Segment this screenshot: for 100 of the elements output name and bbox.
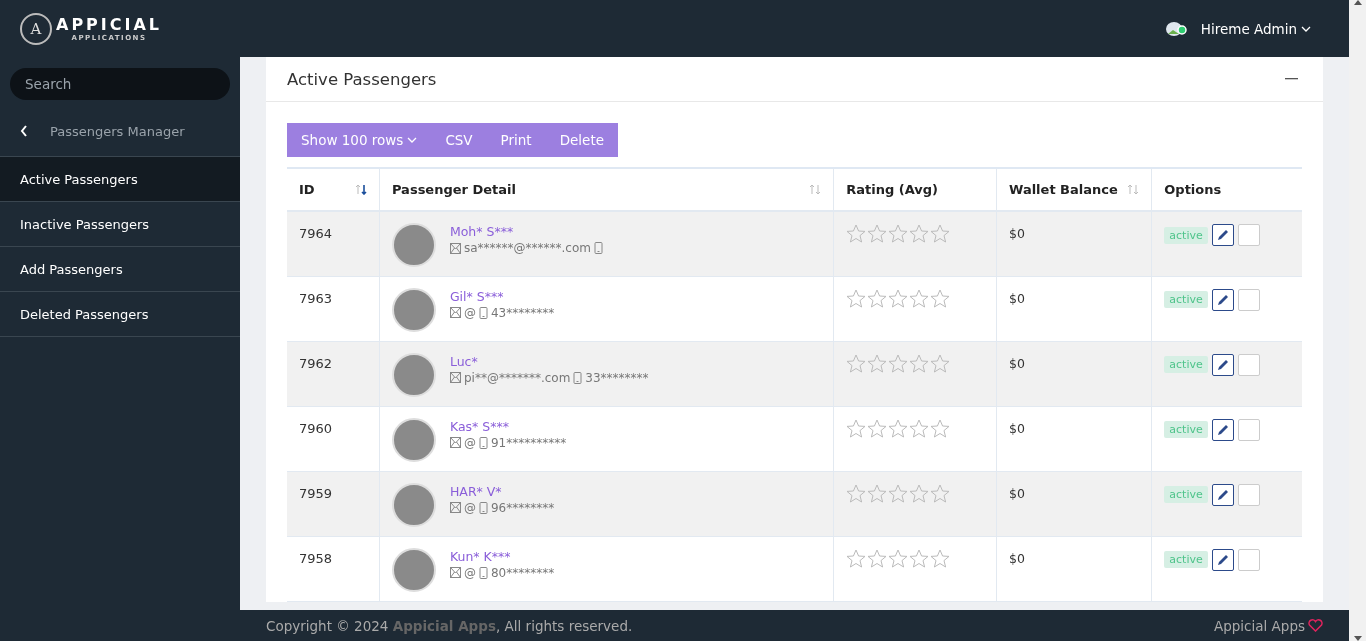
envelope-icon (449, 307, 461, 318)
email-text: @ (463, 500, 476, 515)
pencil-icon (1215, 552, 1230, 567)
star-icon (846, 353, 868, 374)
edit-button[interactable] (1211, 418, 1234, 441)
status-badge: active (1164, 551, 1208, 568)
table-cell-text: $0 (1009, 225, 1026, 241)
phone-text: 80******** (490, 565, 555, 580)
star-icon (888, 288, 910, 309)
passenger-name-link[interactable]: Kas* S*** (449, 418, 567, 434)
star-icon (867, 353, 889, 374)
table-cell-text: $0 (1009, 289, 1026, 306)
passenger-name-link[interactable]: Luc* (449, 353, 649, 369)
star-icon (846, 224, 868, 244)
phone-icon (594, 242, 603, 254)
minus-icon (1285, 78, 1298, 80)
star-icon (930, 483, 952, 504)
search-field[interactable]: Search (10, 68, 230, 100)
edit-button[interactable] (1211, 353, 1234, 376)
star-icon (867, 548, 889, 569)
table-cell-text: 7958 (299, 549, 334, 566)
edit-button[interactable] (1211, 288, 1234, 311)
heart-icon (1308, 619, 1323, 632)
star-icon (930, 548, 952, 569)
table-cell-text: 7960 (299, 419, 334, 436)
sidebar-item[interactable]: Deleted Passengers (0, 292, 240, 337)
sidebar-item[interactable]: Add Passengers (0, 247, 240, 292)
star-icon (909, 224, 931, 244)
pencil-icon (1215, 357, 1230, 372)
star-icon (909, 483, 931, 504)
phone-icon (478, 306, 488, 319)
email-text: @ (463, 565, 476, 580)
star-icon (888, 483, 910, 504)
sidebar-item[interactable]: Inactive Passengers (0, 202, 240, 247)
chevron-down-icon (407, 137, 418, 143)
back-chevron-icon (20, 125, 28, 137)
star-icon (888, 548, 910, 569)
select-checkbox[interactable] (1237, 483, 1260, 506)
star-icon (846, 483, 868, 504)
star-icon (888, 224, 910, 244)
section-title: Passengers Manager (50, 123, 185, 139)
passenger-name-link[interactable]: HAR* V* (449, 483, 555, 499)
envelope-icon (449, 502, 461, 513)
passenger-name-link[interactable]: Kun* K*** (449, 548, 555, 564)
select-checkbox[interactable] (1237, 418, 1260, 441)
select-checkbox[interactable] (1237, 224, 1260, 246)
star-icon (867, 483, 889, 504)
passenger-name-link[interactable]: Gil* S*** (449, 288, 555, 304)
edit-button[interactable] (1211, 224, 1234, 246)
phone-text: 33******** (585, 370, 649, 385)
table-cell-text: $0 (1009, 354, 1026, 371)
footer-link[interactable]: Appicial Apps (1213, 617, 1305, 634)
card-title: Active Passengers (287, 69, 437, 89)
table-cell-text: 7963 (299, 289, 334, 306)
edit-button[interactable] (1211, 548, 1234, 571)
select-checkbox[interactable] (1237, 288, 1260, 311)
logo-mark: A (20, 12, 52, 45)
column-header: Options (1164, 182, 1222, 197)
star-icon (909, 353, 931, 374)
star-icon (909, 288, 931, 309)
star-icon (867, 418, 889, 439)
phone-icon (478, 566, 488, 579)
logo-name: APPICIAL (56, 15, 163, 34)
sidebar-item[interactable]: Active Passengers (0, 157, 240, 202)
envelope-icon (449, 437, 461, 448)
star-icon (888, 418, 910, 439)
phone-text: 91********** (490, 435, 567, 450)
status-badge: active (1164, 226, 1208, 244)
status-badge: active (1164, 421, 1208, 438)
column-header: Wallet Balance (1009, 182, 1118, 197)
select-checkbox[interactable] (1237, 548, 1260, 571)
star-icon (867, 224, 889, 244)
user-avatar-icon (1164, 20, 1187, 37)
pencil-icon (1215, 487, 1230, 502)
star-icon (930, 418, 952, 439)
phone-text: 43******** (490, 305, 555, 320)
status-badge: active (1164, 356, 1208, 373)
user-menu[interactable]: Hireme Admin (1200, 20, 1311, 37)
star-icon (846, 548, 868, 569)
star-icon (930, 224, 952, 244)
table-cell-text: 7964 (299, 225, 334, 241)
envelope-icon (449, 242, 461, 254)
column-header: Rating (Avg) (846, 182, 939, 197)
column-header: Passenger Detail (391, 182, 516, 197)
envelope-icon (449, 567, 461, 578)
table-cell-text: 7962 (299, 354, 334, 371)
star-icon (930, 288, 952, 309)
passenger-name-link[interactable]: Moh* S*** (449, 224, 603, 239)
edit-button[interactable] (1211, 483, 1234, 506)
email-text: @ (463, 305, 476, 320)
table-cell-text: $0 (1009, 419, 1026, 436)
phone-icon (478, 501, 488, 514)
table-cell-text: 7959 (299, 484, 334, 501)
phone-text: 96******** (490, 500, 555, 515)
envelope-icon (449, 372, 461, 383)
table-cell-text: $0 (1009, 549, 1026, 566)
select-checkbox[interactable] (1237, 353, 1260, 376)
star-icon (909, 548, 931, 569)
star-icon (930, 353, 952, 374)
pencil-icon (1215, 228, 1230, 242)
